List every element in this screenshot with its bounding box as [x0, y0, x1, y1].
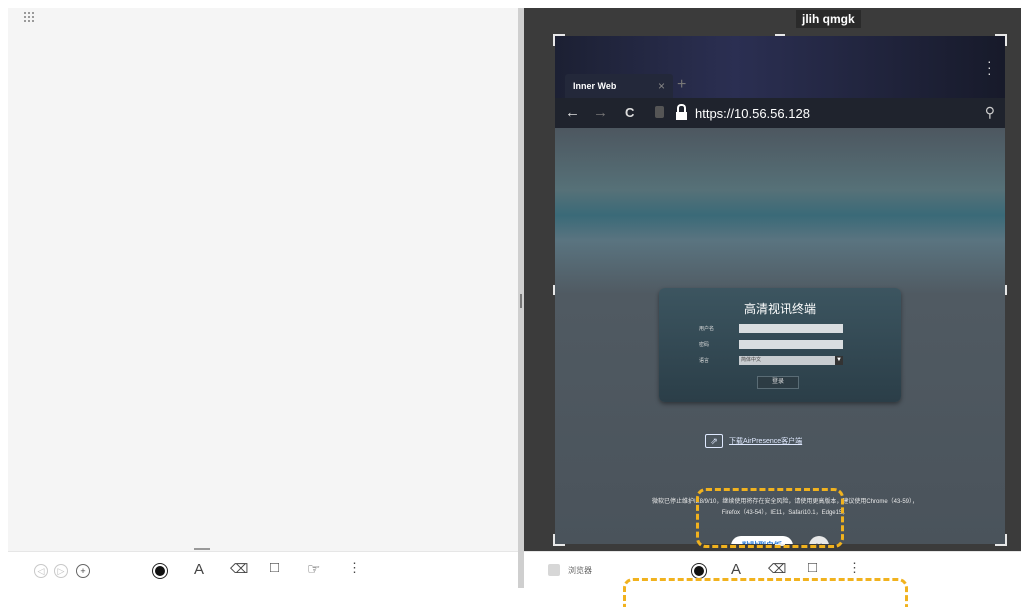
- tab-strip: Inner Web × + · · ·: [555, 36, 1005, 98]
- username-label: 用户名: [699, 326, 715, 332]
- eraser-icon[interactable]: ⌫: [230, 561, 248, 577]
- pen-icon[interactable]: [153, 564, 167, 578]
- shape-icon[interactable]: □: [808, 559, 817, 576]
- password-label: 密码: [699, 342, 710, 348]
- login-panel: 高清视讯终端 用户名 密码 语言 简体中文 ▼ 登录: [659, 288, 901, 402]
- left-whiteboard-pane[interactable]: ◁ ▷ + A ⌫ □ ☞ ⋮: [8, 8, 518, 588]
- airpresence-link[interactable]: 下载AirPresence客户端: [729, 436, 802, 446]
- highlight-toolbar-area: [623, 578, 908, 607]
- prev-page-button[interactable]: ◁: [34, 564, 48, 578]
- language-value: 简体中文: [741, 357, 762, 363]
- tab-inner-web[interactable]: Inner Web ×: [565, 74, 673, 98]
- browser-window[interactable]: Inner Web × + · · · ← → C https://10.56.56…: [555, 36, 1005, 544]
- pen-icon[interactable]: [692, 564, 706, 578]
- window-title: jlih qmgk: [796, 10, 861, 28]
- divider-grip[interactable]: [520, 294, 522, 308]
- text-tool-icon[interactable]: A: [731, 561, 741, 578]
- left-toolbar: ◁ ▷ + A ⌫ □ ☞ ⋮: [8, 548, 518, 588]
- resize-handle-top[interactable]: [775, 34, 785, 36]
- browser-frame[interactable]: Inner Web × + · · · ← → C https://10.56.56…: [553, 34, 1007, 546]
- resize-handle-right[interactable]: [1005, 285, 1007, 295]
- resize-handle-left[interactable]: [553, 285, 555, 295]
- more-icon[interactable]: ⋮: [348, 560, 361, 576]
- more-icon[interactable]: ⋮: [848, 560, 861, 576]
- browser-app-icon[interactable]: [548, 564, 560, 576]
- chevron-down-icon[interactable]: ▼: [835, 356, 843, 365]
- back-icon[interactable]: ←: [565, 104, 580, 121]
- web-content: 高清视讯终端 用户名 密码 语言 简体中文 ▼ 登录 ⇗ 下载AirPresen…: [555, 128, 1005, 544]
- text-tool-icon[interactable]: A: [194, 561, 204, 578]
- new-tab-icon[interactable]: +: [677, 76, 686, 94]
- highlight-paste-area: [696, 488, 844, 548]
- resize-handle-bottom-right[interactable]: [995, 534, 1007, 546]
- resize-handle-top-right[interactable]: [995, 34, 1007, 46]
- reload-icon[interactable]: C: [625, 105, 634, 120]
- login-button[interactable]: 登录: [757, 376, 799, 389]
- apps-grid-icon[interactable]: [24, 12, 34, 22]
- screen-share-icon: ⇗: [705, 434, 723, 448]
- tab-close-icon[interactable]: ×: [658, 74, 665, 98]
- browser-app-label[interactable]: 浏览器: [568, 565, 592, 576]
- eraser-icon[interactable]: ⌫: [768, 561, 786, 577]
- login-title: 高清视讯终端: [743, 302, 816, 316]
- username-input[interactable]: [739, 324, 843, 333]
- browser-menu-icon[interactable]: · · ·: [987, 54, 992, 80]
- hand-icon[interactable]: ☞: [307, 560, 320, 578]
- lock-icon: [676, 104, 687, 120]
- airpresence-download[interactable]: ⇗ 下载AirPresence客户端: [705, 434, 802, 448]
- search-icon[interactable]: ⚲: [985, 104, 995, 121]
- password-input[interactable]: [739, 340, 843, 349]
- shield-icon: [655, 106, 664, 118]
- language-select[interactable]: 简体中文 ▼: [739, 356, 843, 365]
- resize-handle-bottom-left[interactable]: [553, 534, 565, 546]
- next-page-button[interactable]: ▷: [54, 564, 68, 578]
- toolbar-drag-handle[interactable]: [194, 548, 210, 550]
- language-label: 语言: [699, 358, 710, 364]
- url-field[interactable]: https://10.56.56.128: [695, 106, 810, 121]
- address-bar: ← → C https://10.56.56.128 ⚲: [555, 98, 1005, 128]
- tab-label: Inner Web: [573, 81, 617, 91]
- resize-handle-top-left[interactable]: [553, 34, 565, 46]
- forward-icon[interactable]: →: [593, 104, 608, 121]
- shape-icon[interactable]: □: [270, 559, 279, 576]
- add-page-button[interactable]: +: [76, 564, 90, 578]
